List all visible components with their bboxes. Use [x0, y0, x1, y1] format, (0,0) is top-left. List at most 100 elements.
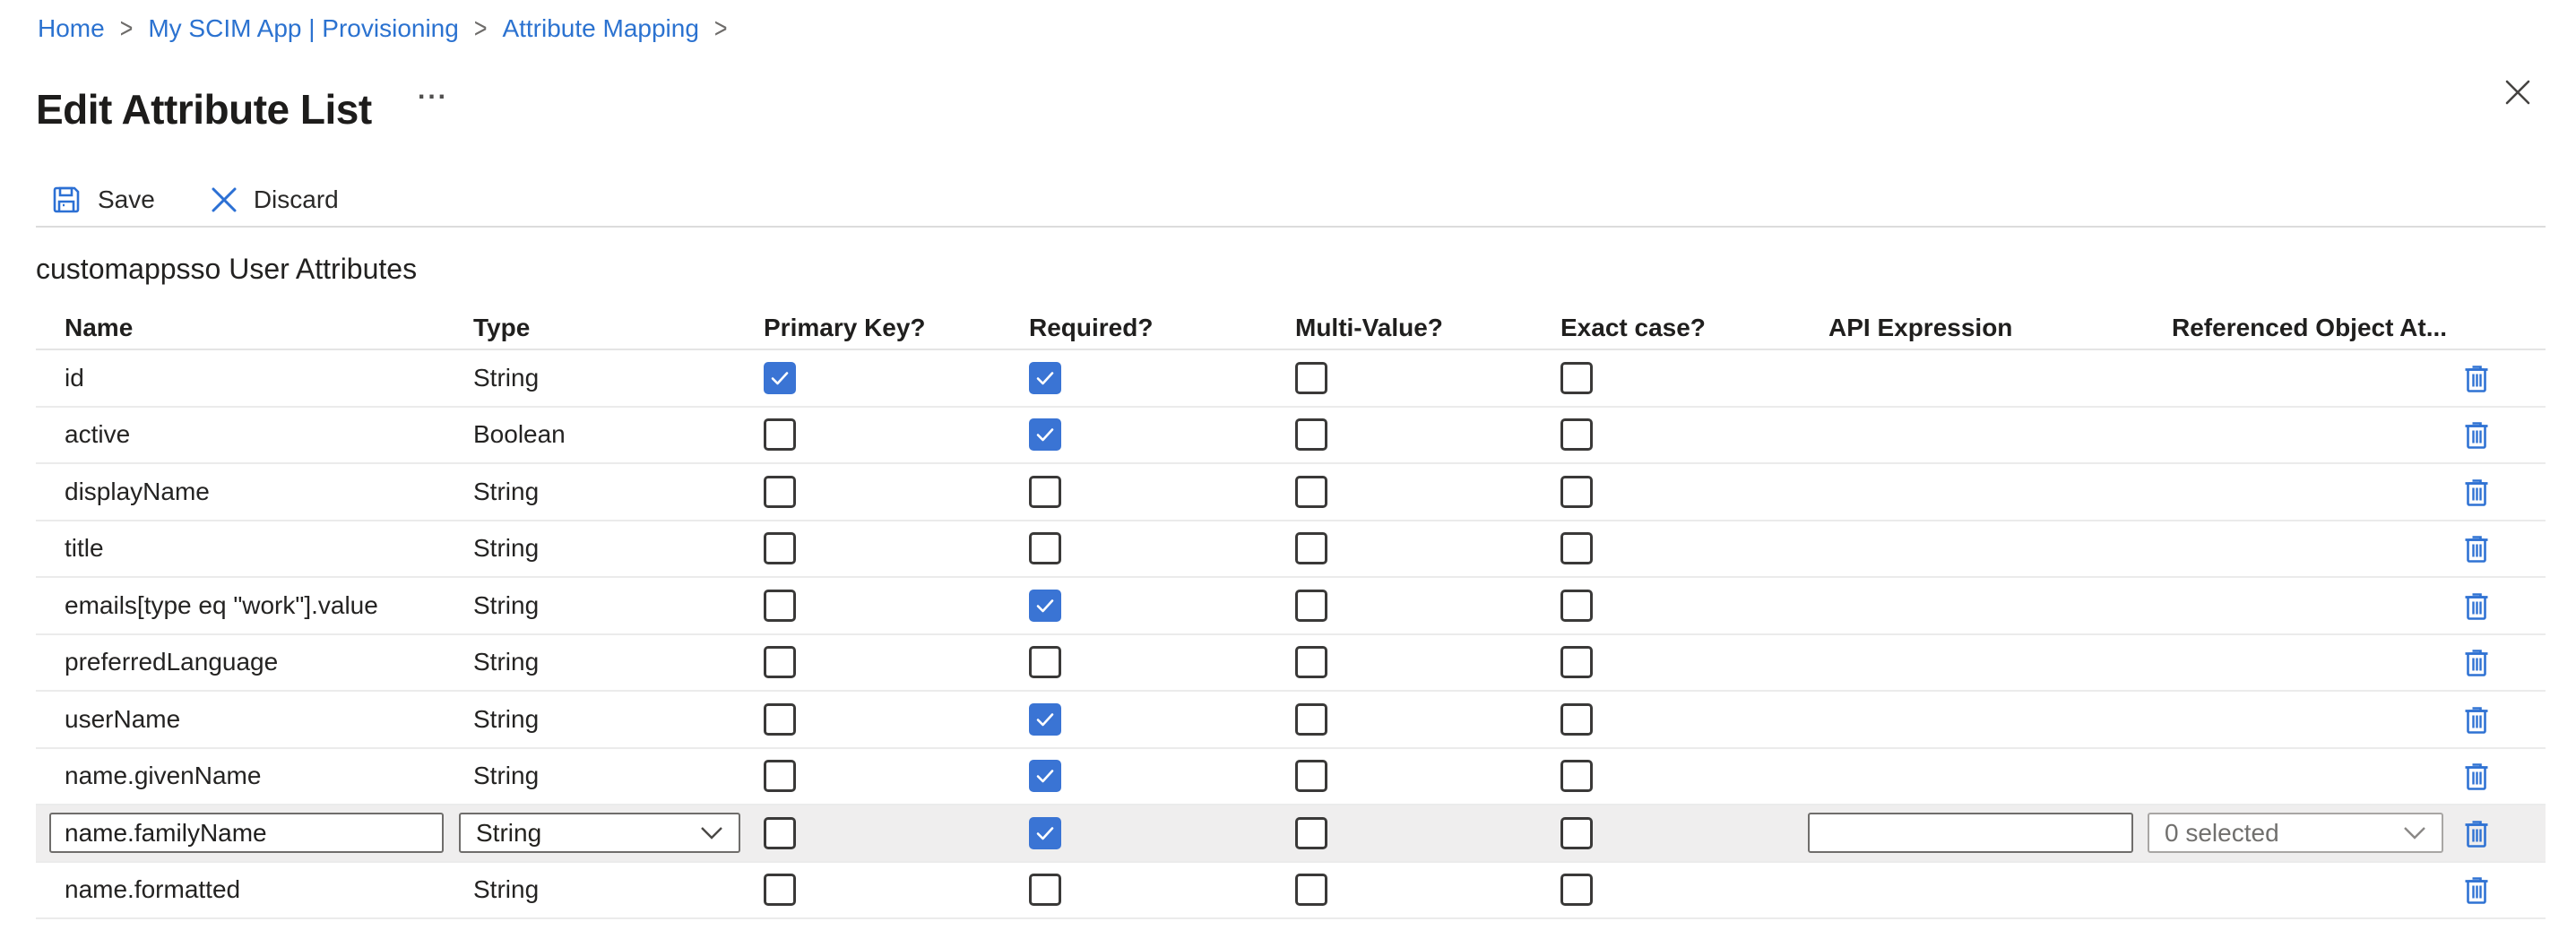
checkbox-required[interactable]: [1029, 590, 1061, 622]
checkbox-multi-value[interactable]: [1295, 703, 1327, 736]
checkbox-exact-case[interactable]: [1560, 476, 1593, 508]
attribute-type: String: [473, 875, 764, 904]
table-row: active Boolean: [36, 408, 2546, 465]
checkbox-required[interactable]: [1029, 476, 1061, 508]
checkbox-primary-key[interactable]: [764, 418, 796, 451]
close-icon: [2504, 79, 2531, 106]
check-icon: [769, 367, 791, 389]
attribute-name-input[interactable]: [49, 813, 444, 853]
breadcrumb-link[interactable]: My SCIM App | Provisioning: [148, 14, 459, 43]
checkbox-required[interactable]: [1029, 760, 1061, 792]
table-header-row: Name Type Primary Key? Required? Multi-V…: [36, 306, 2546, 350]
delete-attribute-button[interactable]: [2462, 703, 2491, 736]
attribute-type: String: [473, 364, 764, 392]
toolbar-divider: [36, 226, 2546, 228]
trash-icon: [2463, 363, 2490, 393]
attribute-type: String: [473, 705, 764, 734]
checkbox-exact-case[interactable]: [1560, 703, 1593, 736]
table-rows: id String active Boolean: [36, 350, 2546, 919]
checkbox-exact-case[interactable]: [1560, 532, 1593, 564]
delete-attribute-button[interactable]: [2462, 476, 2491, 508]
check-icon: [1034, 765, 1056, 787]
check-icon: [1034, 367, 1056, 389]
checkbox-required[interactable]: [1029, 646, 1061, 678]
save-button[interactable]: Save: [51, 185, 155, 215]
checkbox-required[interactable]: [1029, 817, 1061, 849]
attribute-name: displayName: [36, 478, 473, 506]
checkbox-exact-case[interactable]: [1560, 646, 1593, 678]
checkbox-exact-case[interactable]: [1560, 362, 1593, 394]
trash-icon: [2463, 874, 2490, 905]
checkbox-exact-case[interactable]: [1560, 418, 1593, 451]
discard-x-icon: [211, 186, 238, 213]
checkbox-multi-value[interactable]: [1295, 418, 1327, 451]
checkbox-exact-case[interactable]: [1560, 817, 1593, 849]
checkbox-multi-value[interactable]: [1295, 476, 1327, 508]
trash-icon: [2463, 818, 2490, 848]
check-icon: [1034, 822, 1056, 844]
checkbox-required[interactable]: [1029, 362, 1061, 394]
breadcrumb-separator-icon: >: [120, 13, 134, 45]
checkbox-multi-value[interactable]: [1295, 646, 1327, 678]
checkbox-primary-key[interactable]: [764, 817, 796, 849]
checkbox-exact-case[interactable]: [1560, 874, 1593, 906]
table-row: name.givenName String: [36, 749, 2546, 806]
attribute-name: name.givenName: [36, 762, 473, 790]
attribute-name: active: [36, 420, 473, 449]
delete-attribute-button[interactable]: [2462, 817, 2491, 849]
table-row: name.formatted String: [36, 863, 2546, 920]
attribute-name: id: [36, 364, 473, 392]
breadcrumb-link[interactable]: Attribute Mapping: [502, 14, 698, 43]
checkbox-multi-value[interactable]: [1295, 362, 1327, 394]
checkbox-primary-key[interactable]: [764, 646, 796, 678]
delete-attribute-button[interactable]: [2462, 532, 2491, 564]
discard-button[interactable]: Discard: [211, 185, 339, 214]
page-title: Edit Attribute List: [36, 85, 372, 133]
referenced-object-select-value: 0 selected: [2165, 819, 2279, 848]
chevron-down-icon: [2403, 826, 2426, 840]
checkbox-primary-key[interactable]: [764, 476, 796, 508]
type-select[interactable]: String: [459, 813, 740, 853]
attribute-name: preferredLanguage: [36, 648, 473, 676]
save-icon: [51, 185, 82, 215]
checkbox-required[interactable]: [1029, 418, 1061, 451]
checkbox-required[interactable]: [1029, 703, 1061, 736]
checkbox-primary-key[interactable]: [764, 703, 796, 736]
column-header-primary-key: Primary Key?: [764, 314, 1029, 342]
referenced-object-select[interactable]: 0 selected: [2148, 813, 2443, 853]
table-row-editing: String 0 selected: [36, 805, 2546, 863]
column-header-referenced-object: Referenced Object At...: [2148, 314, 2456, 342]
delete-attribute-button[interactable]: [2462, 418, 2491, 451]
more-options-button[interactable]: ...: [418, 75, 448, 106]
table-row: userName String: [36, 692, 2546, 749]
checkbox-multi-value[interactable]: [1295, 817, 1327, 849]
checkbox-primary-key[interactable]: [764, 760, 796, 792]
checkbox-primary-key[interactable]: [764, 362, 796, 394]
table-row: title String: [36, 521, 2546, 579]
checkbox-multi-value[interactable]: [1295, 590, 1327, 622]
breadcrumb-link[interactable]: Home: [38, 14, 105, 43]
close-button[interactable]: [2501, 75, 2535, 109]
checkbox-multi-value[interactable]: [1295, 760, 1327, 792]
delete-attribute-button[interactable]: [2462, 590, 2491, 622]
api-expression-input[interactable]: [1808, 813, 2133, 853]
delete-attribute-button[interactable]: [2462, 646, 2491, 678]
command-bar: Save Discard: [51, 176, 339, 224]
checkbox-required[interactable]: [1029, 874, 1061, 906]
breadcrumb-separator-icon: >: [714, 13, 728, 45]
checkbox-primary-key[interactable]: [764, 532, 796, 564]
checkbox-exact-case[interactable]: [1560, 760, 1593, 792]
checkbox-multi-value[interactable]: [1295, 532, 1327, 564]
delete-attribute-button[interactable]: [2462, 362, 2491, 394]
checkbox-required[interactable]: [1029, 532, 1061, 564]
checkbox-primary-key[interactable]: [764, 590, 796, 622]
delete-attribute-button[interactable]: [2462, 760, 2491, 792]
section-heading: customappsso User Attributes: [36, 253, 417, 286]
delete-attribute-button[interactable]: [2462, 874, 2491, 906]
checkbox-multi-value[interactable]: [1295, 874, 1327, 906]
checkbox-primary-key[interactable]: [764, 874, 796, 906]
trash-icon: [2463, 704, 2490, 735]
table-row: preferredLanguage String: [36, 635, 2546, 693]
column-header-name: Name: [36, 314, 473, 342]
checkbox-exact-case[interactable]: [1560, 590, 1593, 622]
